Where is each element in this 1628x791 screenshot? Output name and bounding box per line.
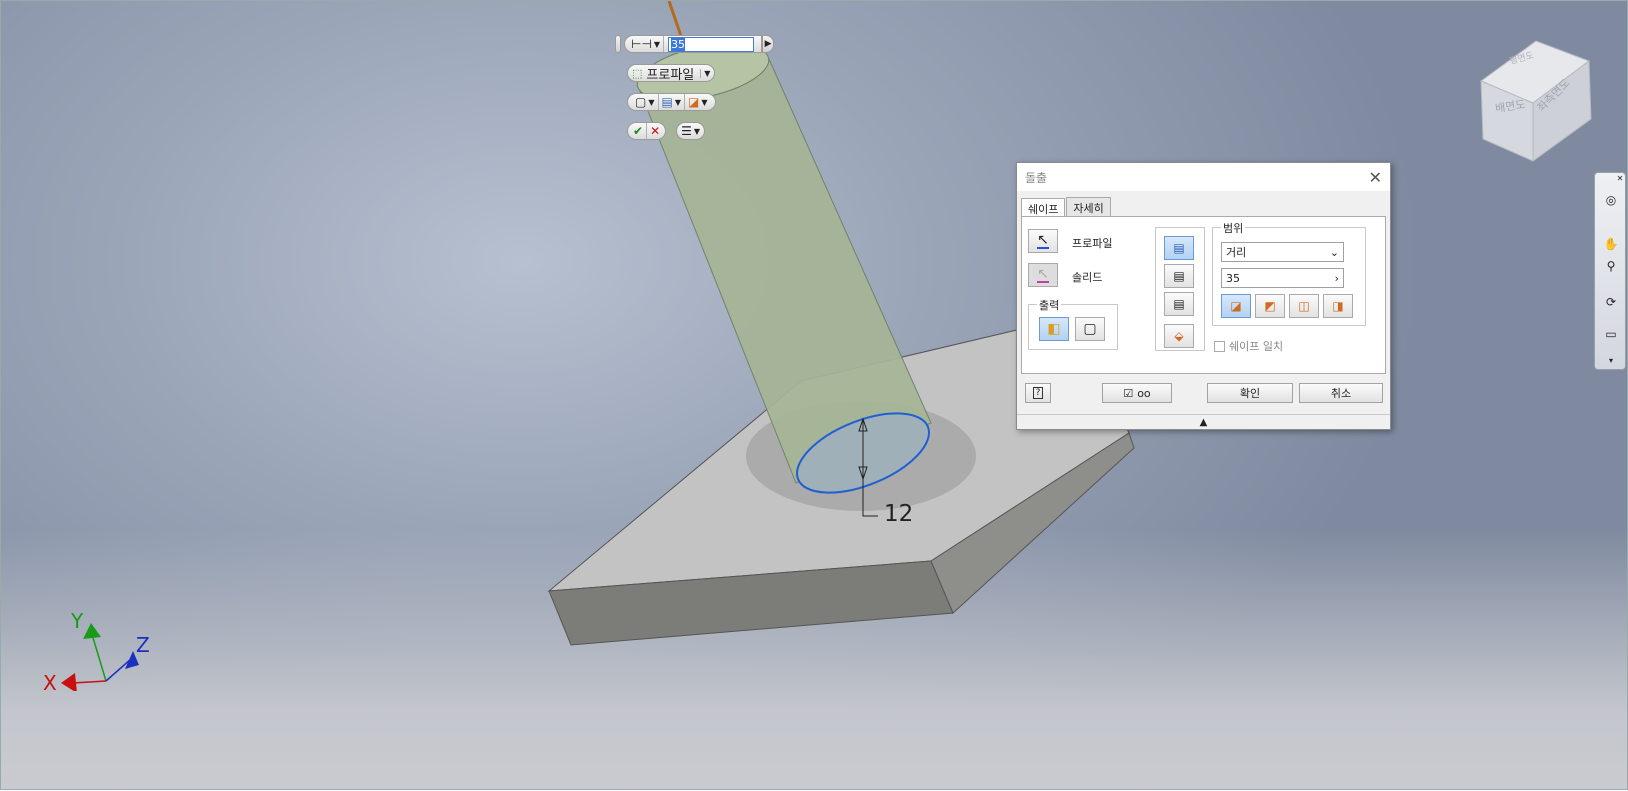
new-solid-icon: ⬙ [1174, 329, 1184, 343]
dimension-icon: ⊢⊣ [631, 37, 652, 51]
direction-asymmetric-icon: ◨ [1332, 299, 1344, 313]
extents-type-value: 거리 [1226, 246, 1247, 259]
direction-default-button[interactable]: ◪ [1221, 294, 1251, 318]
mini-profile-label: 프로파일 [646, 67, 695, 83]
extents-group: 범위 거리 ⌄ 35 › ◪ ◩ ◫ ◨ [1212, 220, 1366, 326]
direction-asymmetric-button[interactable]: ◨ [1323, 294, 1353, 318]
match-shape-checkbox[interactable] [1214, 340, 1225, 352]
triangle-up-icon: ▲ [1199, 416, 1208, 428]
mini-distance-input[interactable]: 35 [668, 36, 755, 52]
check-icon: ✔ [633, 124, 644, 138]
apply-arrow-button[interactable]: ▶ [762, 35, 775, 53]
pan-icon[interactable]: ✋ [1602, 235, 1620, 253]
mini-operation-dropdown[interactable]: ▤ ▼ [659, 94, 685, 110]
output-surface-button[interactable]: ▢ [1075, 317, 1105, 341]
options-list-icon: ☰ [681, 124, 692, 138]
navigation-bar: ✕ ◎ ✋ ⚲ ⟳ ▭ ▾ [1594, 172, 1626, 370]
preview-toggle[interactable]: ☑ oo [1102, 383, 1172, 403]
new-solid-button[interactable]: ⬙ [1164, 324, 1194, 348]
operation-group: ▤ ▤ ▤ ⬙ [1155, 227, 1205, 351]
direction-icon: ◪ [688, 95, 700, 109]
navbar-close-icon[interactable]: ✕ [1615, 173, 1625, 183]
dialog-expander[interactable]: ▲ [1017, 414, 1390, 429]
solid-label: 솔리드 [1072, 271, 1103, 284]
profile-select-button[interactable]: ↖ [1028, 229, 1058, 253]
match-shape-option: 쉐이프 일치 [1214, 338, 1283, 354]
look-at-icon[interactable]: ▭ [1602, 325, 1620, 343]
mini-profile-selector[interactable]: ⬚ 프로파일 ▼ [627, 64, 716, 83]
extrude-dialog: 돌출 ✕ 쉐이프 자세히 ↖ 프로파일 ↖ 솔리드 출력 ◧ ▢ ▤ ▤ ▤ ⬙ [1016, 162, 1391, 430]
measure-dropdown[interactable]: ⊢⊣ ▼ [628, 36, 665, 52]
sketch-axis-line [667, 1, 683, 37]
join-icon: ▤ [661, 95, 673, 109]
tab-more[interactable]: 자세히 [1066, 197, 1111, 218]
cut-icon: ▤ [1173, 269, 1185, 283]
close-icon[interactable]: ✕ [1369, 168, 1382, 187]
dialog-title: 돌출 [1025, 170, 1048, 185]
dimension-value[interactable]: 12 [884, 501, 913, 527]
preview-checkbox-icon: ☑ [1123, 386, 1134, 400]
output-group: 출력 ◧ ▢ [1028, 297, 1118, 350]
output-solid-button[interactable]: ◧ [1039, 317, 1069, 341]
direction-symmetric-icon: ◫ [1298, 299, 1310, 313]
mini-toolbar-distance: ⊢⊣ ▼ 35 ▶ [615, 35, 775, 53]
cursor-arrow-icon: ↖ [1037, 232, 1049, 249]
distance-value: 35 [1226, 271, 1240, 285]
chevron-right-icon: › [1334, 271, 1339, 285]
axis-y-label: Y [71, 609, 84, 633]
navbar-options-icon[interactable]: ▾ [1602, 351, 1620, 369]
match-shape-label: 쉐이프 일치 [1229, 340, 1284, 353]
mini-direction-dropdown[interactable]: ◪ ▼ [685, 94, 711, 110]
mini-toolbar-grip[interactable] [615, 35, 621, 53]
axis-x-label: X [43, 671, 57, 695]
orbit-icon[interactable]: ⟳ [1602, 293, 1620, 311]
distance-input[interactable]: 35 › [1221, 268, 1344, 288]
output-group-title: 출력 [1037, 297, 1062, 313]
zoom-icon[interactable]: ⚲ [1602, 257, 1620, 275]
operation-cut-button[interactable]: ▤ [1164, 264, 1194, 288]
ok-button[interactable]: 확인 [1207, 383, 1293, 403]
operation-join-button[interactable]: ▤ [1164, 236, 1194, 260]
axis-z-label: Z [136, 633, 150, 657]
steering-wheel-icon[interactable]: ◎ [1602, 191, 1620, 209]
cursor-arrow-disabled-icon: ↖ [1037, 266, 1049, 283]
mini-ok-button[interactable]: ✔ [630, 123, 648, 139]
cancel-button[interactable]: 취소 [1299, 383, 1383, 403]
join-icon: ▤ [1173, 241, 1185, 255]
mini-cancel-button[interactable]: ✕ [647, 123, 663, 139]
direction-default-icon: ◪ [1230, 299, 1242, 313]
operation-intersect-button[interactable]: ▤ [1164, 292, 1194, 316]
intersect-icon: ▤ [1173, 297, 1185, 311]
solid-output-icon: ▢ [635, 95, 647, 109]
select-profile-icon: ⬚ [632, 66, 643, 80]
coordinate-triad: X Y Z [31, 601, 161, 695]
help-icon: ? [1032, 387, 1044, 399]
direction-symmetric-button[interactable]: ◫ [1289, 294, 1319, 318]
glasses-icon: oo [1137, 386, 1151, 400]
chevron-down-icon: ⌄ [1329, 245, 1339, 259]
solid-select-button[interactable]: ↖ [1028, 263, 1058, 287]
mini-output-dropdown[interactable]: ▢ ▼ [632, 94, 659, 110]
direction-flipped-button[interactable]: ◩ [1255, 294, 1285, 318]
direction-flipped-icon: ◩ [1264, 299, 1276, 313]
help-button[interactable]: ? [1025, 383, 1051, 403]
extents-type-select[interactable]: 거리 ⌄ [1221, 242, 1344, 262]
surface-cube-icon: ▢ [1083, 321, 1097, 337]
mini-options-dropdown[interactable]: ☰ ▼ [676, 122, 706, 140]
cross-icon: ✕ [650, 124, 661, 138]
extents-group-title: 범위 [1221, 220, 1246, 236]
profile-label: 프로파일 [1072, 237, 1113, 250]
solid-cube-icon: ◧ [1047, 321, 1061, 337]
